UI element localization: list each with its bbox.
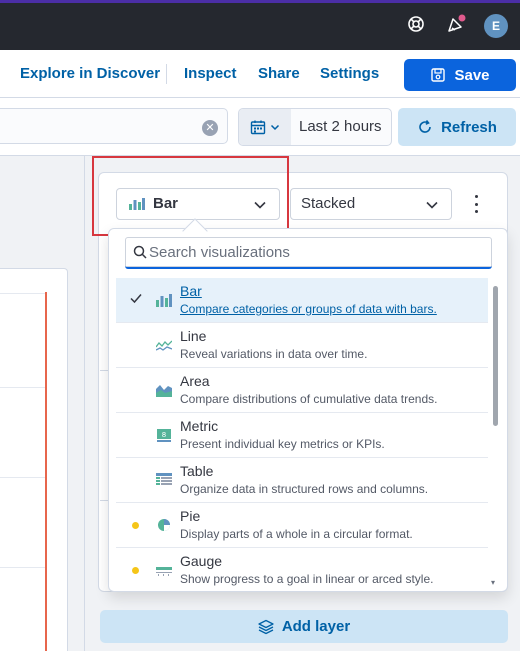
list-item-name: Line [180, 328, 207, 344]
settings-link[interactable]: Settings [320, 50, 379, 98]
area-chart-icon [156, 385, 172, 397]
list-item-description: Compare distributions of cumulative data… [180, 392, 438, 406]
save-button-label: Save [454, 66, 490, 84]
list-item-name: Pie [180, 508, 201, 524]
search-visualizations-field[interactable] [125, 237, 492, 269]
pie-chart-icon [158, 519, 170, 531]
search-icon [133, 245, 147, 259]
line-chart-icon [156, 340, 172, 351]
clear-icon[interactable]: ✕ [202, 120, 218, 136]
refresh-button-label: Refresh [441, 118, 497, 136]
date-quick-menu[interactable] [239, 109, 291, 145]
list-item-table[interactable]: Table Organize data in structured rows a… [116, 458, 488, 503]
add-layer-button[interactable]: Add layer [100, 610, 508, 643]
list-item-area[interactable]: Area Compare distributions of cumulative… [116, 368, 488, 413]
search-input[interactable] [149, 237, 479, 267]
list-item-description: Display parts of a whole in a circular f… [180, 527, 413, 541]
list-item-name: Bar [180, 283, 202, 299]
refresh-icon [419, 120, 431, 133]
save-icon [431, 68, 446, 82]
share-link[interactable]: Share [258, 50, 300, 98]
avatar[interactable]: E [484, 14, 508, 38]
visualization-type-select[interactable]: Bar [116, 188, 280, 220]
visualization-type-label: Bar [153, 195, 179, 212]
action-separator [166, 64, 167, 84]
list-item-metric[interactable]: 8 Metric Present individual key metrics … [116, 413, 488, 458]
list-item-description: Organize data in structured rows and col… [180, 482, 429, 496]
bar-chart-icon [129, 198, 145, 210]
svg-text:8: 8 [162, 431, 166, 439]
list-item-name: Area [180, 373, 210, 389]
date-range-text[interactable]: Last 2 hours [299, 109, 382, 145]
scrollbar[interactable] [493, 286, 498, 426]
help-icon[interactable] [405, 13, 427, 35]
list-item-description: Compare categories or groups of data wit… [180, 302, 437, 316]
table-icon [156, 473, 172, 485]
list-item-gauge[interactable]: Gauge Show progress to a goal in linear … [116, 548, 488, 588]
explore-in-discover-link[interactable]: Explore in Discover [20, 50, 160, 98]
chevron-down-icon [254, 201, 266, 209]
chevron-down-icon [270, 124, 280, 131]
chart-threshold-line [45, 292, 47, 651]
list-item-bar[interactable]: Bar Compare categories or groups of data… [116, 278, 488, 323]
list-item-description: Show progress to a goal in linear or arc… [180, 572, 434, 586]
query-input[interactable] [0, 108, 228, 144]
workspace-panel [0, 268, 68, 651]
list-item-name: Table [180, 463, 214, 479]
more-actions-icon[interactable] [468, 194, 484, 214]
chart-gridline [0, 477, 47, 478]
metric-icon: 8 [157, 429, 171, 442]
add-layer-label: Add layer [281, 618, 351, 635]
list-item-line[interactable]: Line Reveal variations in data over time… [116, 323, 488, 368]
panel-divider-line [100, 370, 108, 371]
series-mode-label: Stacked [301, 195, 356, 212]
inspect-link[interactable]: Inspect [184, 50, 237, 98]
series-mode-select[interactable]: Stacked [290, 188, 452, 220]
news-feed-icon[interactable] [445, 13, 467, 35]
date-picker[interactable]: Last 2 hours [238, 108, 392, 146]
list-item-pie[interactable]: Pie Display parts of a whole in a circul… [116, 503, 488, 548]
check-icon [130, 294, 142, 304]
panel-divider [84, 156, 85, 651]
refresh-button[interactable]: Refresh [398, 108, 516, 146]
panel-divider-line [100, 500, 108, 501]
gauge-icon [156, 567, 172, 576]
top-nav-bar [0, 0, 520, 50]
chevron-down-icon [426, 201, 438, 209]
chart-gridline [0, 387, 47, 388]
badge-dot [132, 522, 139, 529]
badge-dot [132, 567, 139, 574]
chart-gridline [0, 567, 47, 568]
visualization-list: Bar Compare categories or groups of data… [116, 278, 488, 588]
list-item-name: Gauge [180, 553, 223, 569]
save-button[interactable]: Save [404, 59, 516, 91]
calendar-icon [250, 120, 266, 135]
chart-gridline [0, 293, 47, 294]
bar-chart-icon [156, 294, 172, 307]
layers-icon [258, 619, 274, 634]
list-item-name: Metric [180, 418, 219, 434]
scroll-down-icon[interactable]: ▾ [491, 578, 495, 587]
list-item-description: Present individual key metrics or KPIs. [180, 437, 385, 451]
list-item-description: Reveal variations in data over time. [180, 347, 368, 361]
